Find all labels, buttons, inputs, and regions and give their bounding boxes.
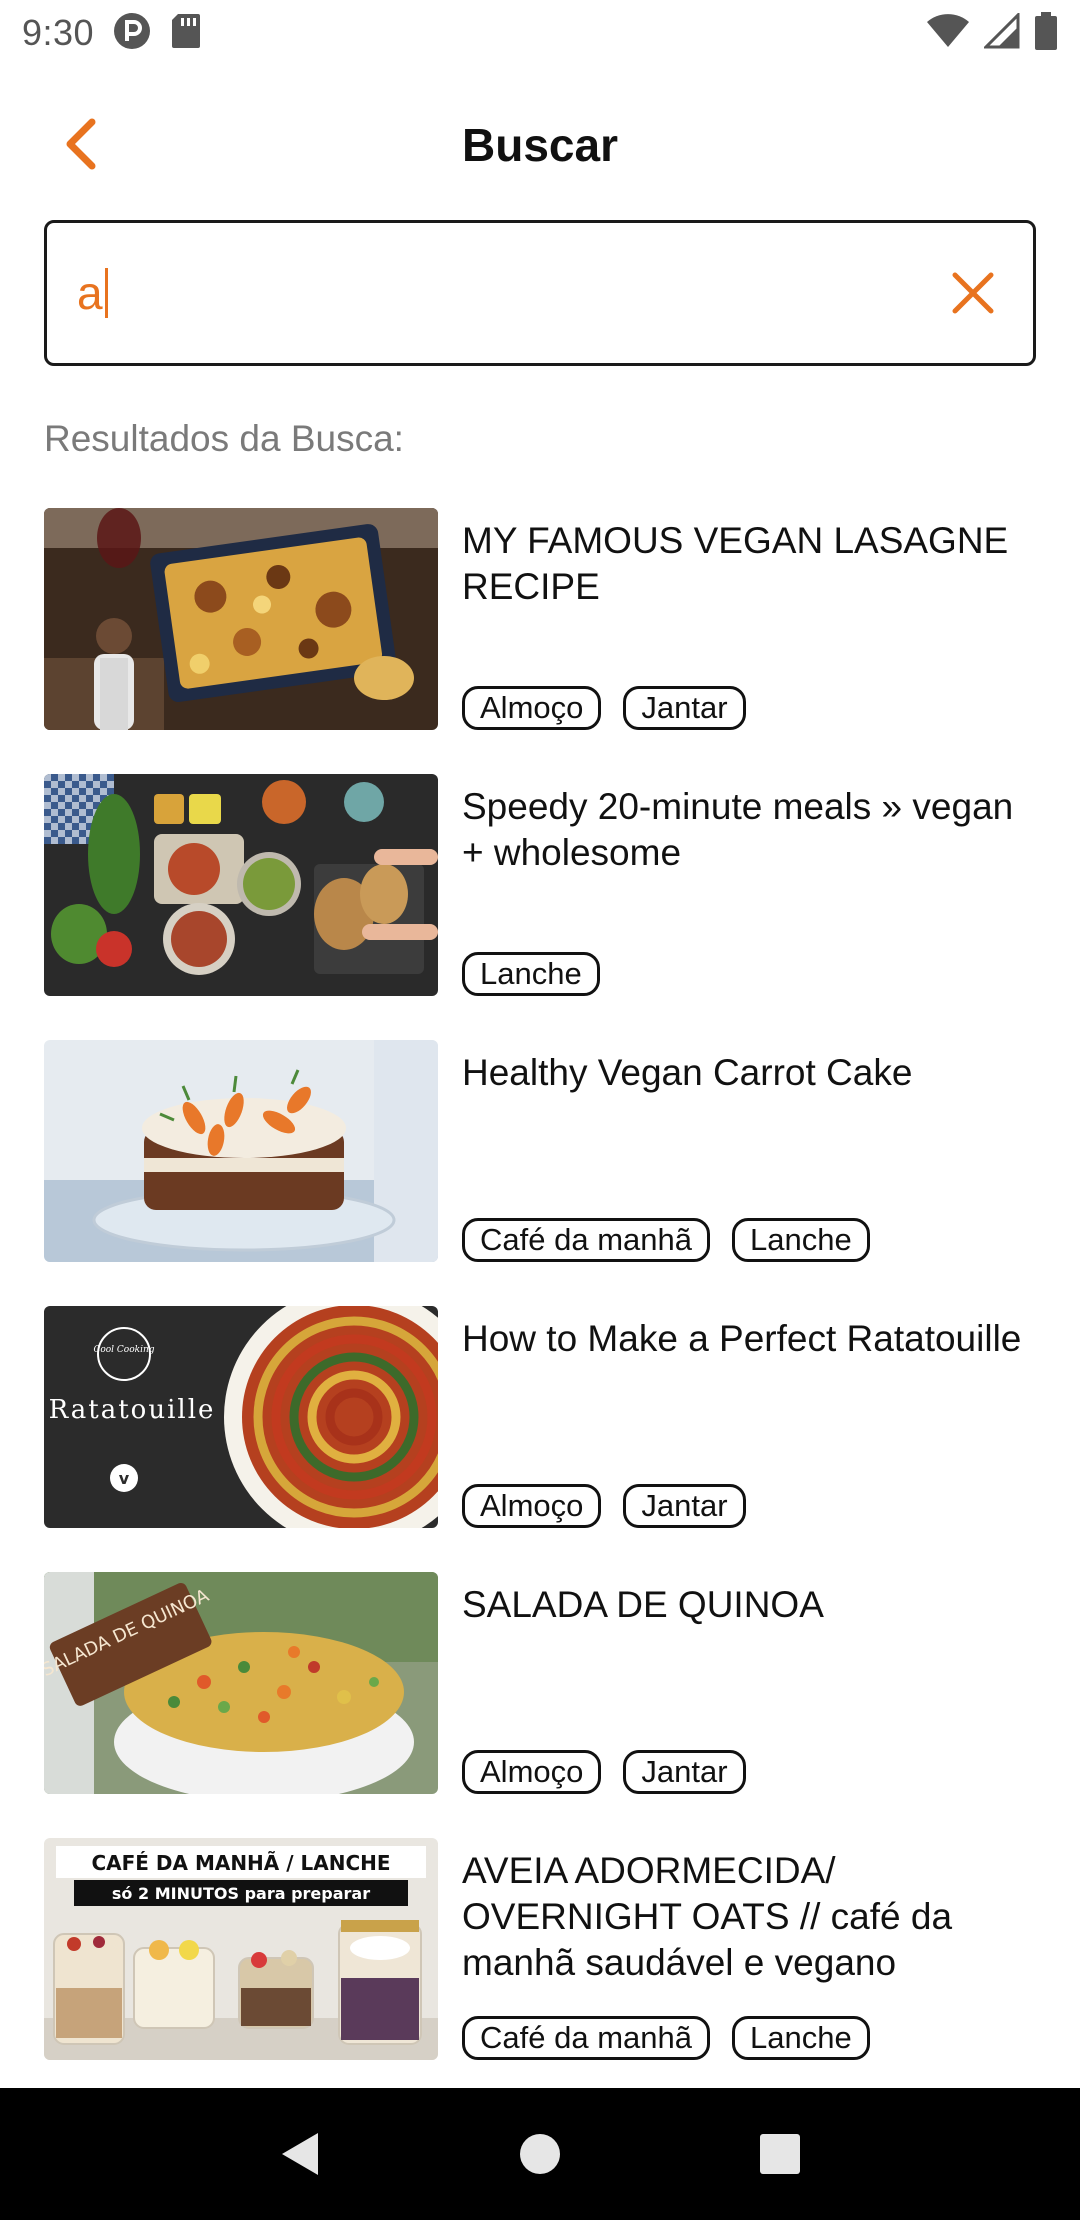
tag-chip: Lanche <box>731 2016 870 2060</box>
wifi-icon <box>926 13 970 54</box>
status-bar: 9:30 <box>0 0 1080 66</box>
thumbnail-banner-line1: CAFÉ DA MANHÃ / LANCHE <box>91 1851 390 1875</box>
search-input[interactable]: a <box>77 266 943 320</box>
sd-card-icon <box>170 12 202 55</box>
status-time: 9:30 <box>22 12 95 53</box>
p-circle-icon <box>112 11 152 56</box>
brand-logo-text: Cool Cooking <box>93 1345 154 1355</box>
nav-back-icon <box>282 2133 318 2175</box>
recipe-title: AVEIA ADORMECIDA/ OVERNIGHT OATS // café… <box>462 1850 953 1983</box>
status-right <box>926 10 1058 56</box>
tag-chip: Lanche <box>462 952 600 996</box>
search-value: a <box>77 267 103 319</box>
tag-list: Café da manhã Lanche <box>462 1218 870 1262</box>
nav-recents-button[interactable] <box>745 2119 815 2189</box>
battery-icon <box>1034 11 1058 56</box>
tag-list: Lanche <box>462 952 600 996</box>
result-item[interactable]: Speedy 20-minute meals » vegan + wholeso… <box>44 774 1044 1040</box>
recipe-title: Speedy 20-minute meals » vegan + wholeso… <box>462 786 1014 873</box>
tag-chip: Lanche <box>731 1218 870 1262</box>
recipe-thumbnail[interactable] <box>44 774 438 996</box>
result-item[interactable]: Cool Cooking Ratatouille v How to Make a… <box>44 1306 1044 1572</box>
recipe-thumbnail[interactable]: CAFÉ DA MANHÃ / LANCHE só 2 MINUTOS para… <box>44 1838 438 2060</box>
recipe-title: How to Make a Perfect Ratatouille <box>462 1318 1022 1359</box>
vegan-badge: v <box>119 1469 130 1488</box>
nav-recents-icon <box>760 2134 800 2174</box>
tag-chip: Almoço <box>462 1484 602 1528</box>
recipe-thumbnail[interactable]: SALADA DE QUINOA <box>44 1572 438 1794</box>
recipe-thumbnail[interactable] <box>44 508 438 730</box>
thumbnail-caption: Ratatouille <box>49 1395 216 1425</box>
nav-back-button[interactable] <box>265 2119 335 2189</box>
result-item[interactable]: MY FAMOUS VEGAN LASAGNE RECIPE Almoço Ja… <box>44 508 1044 774</box>
results-label: Resultados da Busca: <box>44 418 404 459</box>
nav-home-button[interactable] <box>505 2119 575 2189</box>
tag-list: Almoço Jantar <box>462 1750 746 1794</box>
screen: 9:30 Buscar a Resultados da Busca: MY FA… <box>0 0 1080 2220</box>
tag-list: Café da manhã Lanche <box>462 2016 870 2060</box>
tag-chip: Almoço <box>462 686 602 730</box>
search-field[interactable]: a <box>44 220 1036 366</box>
recipe-thumbnail[interactable] <box>44 1040 438 1262</box>
thumbnail-banner-line2: só 2 MINUTOS para preparar <box>112 1884 370 1903</box>
tag-chip: Jantar <box>623 1484 746 1528</box>
result-item[interactable]: CAFÉ DA MANHÃ / LANCHE só 2 MINUTOS para… <box>44 1838 1044 2104</box>
tag-chip: Jantar <box>623 686 746 730</box>
status-left: 9:30 <box>22 11 202 56</box>
signal-icon <box>982 10 1020 54</box>
text-caret <box>104 268 108 318</box>
system-nav-bar <box>0 2088 1080 2220</box>
clear-search-button[interactable] <box>943 263 1003 323</box>
nav-home-icon <box>520 2134 560 2174</box>
tag-chip: Café da manhã <box>462 2016 710 2060</box>
result-item[interactable]: Healthy Vegan Carrot Cake Café da manhã … <box>44 1040 1044 1306</box>
result-item[interactable]: SALADA DE QUINOA SALADA DE QUINOA Almoço… <box>44 1572 1044 1838</box>
recipe-title: SALADA DE QUINOA <box>462 1584 824 1625</box>
tag-list: Almoço Jantar <box>462 686 746 730</box>
tag-chip: Café da manhã <box>462 1218 710 1262</box>
tag-list: Almoço Jantar <box>462 1484 746 1528</box>
results-list: MY FAMOUS VEGAN LASAGNE RECIPE Almoço Ja… <box>44 508 1044 2104</box>
recipe-thumbnail[interactable]: Cool Cooking Ratatouille v <box>44 1306 438 1528</box>
recipe-title: MY FAMOUS VEGAN LASAGNE RECIPE <box>462 520 1009 607</box>
recipe-title: Healthy Vegan Carrot Cake <box>462 1052 913 1093</box>
tag-chip: Jantar <box>623 1750 746 1794</box>
app-header: Buscar <box>0 100 1080 190</box>
page-title: Buscar <box>462 119 618 171</box>
tag-chip: Almoço <box>462 1750 602 1794</box>
close-icon <box>952 272 994 314</box>
